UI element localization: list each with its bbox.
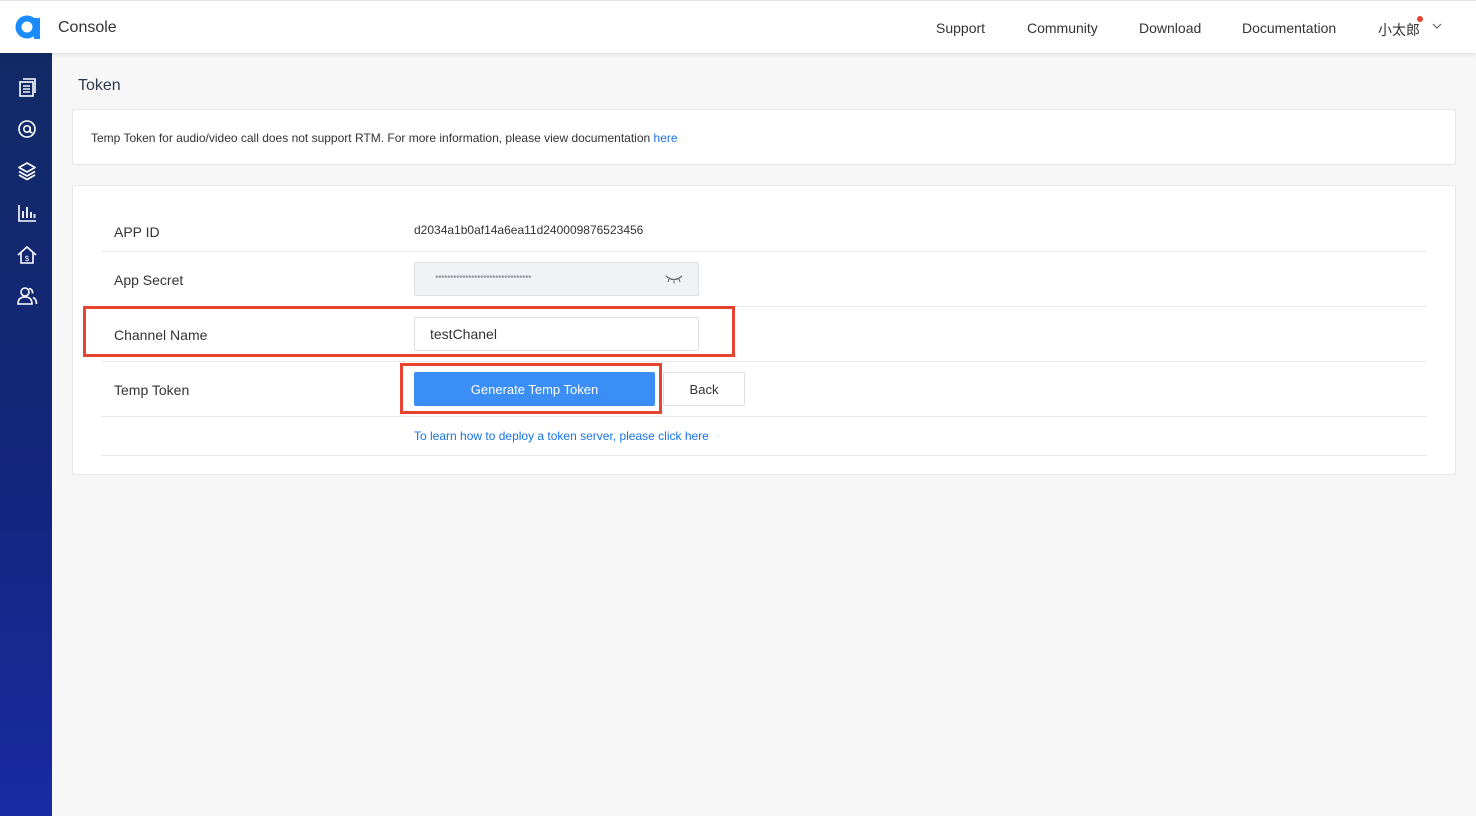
notice-banner: Temp Token for audio/video call does not…	[72, 109, 1456, 165]
user-menu[interactable]: 小太郎	[1378, 20, 1420, 40]
nav-community[interactable]: Community	[1027, 20, 1098, 36]
agora-logo-icon[interactable]	[15, 14, 41, 40]
back-button[interactable]: Back	[663, 372, 745, 406]
notice-text: Temp Token for audio/video call does not…	[91, 131, 654, 145]
app-id-value: d2034a1b0af14a6ea11d240009876523456	[414, 223, 644, 237]
billing-home-icon[interactable]: $	[16, 244, 38, 266]
notice-text-wrap: Temp Token for audio/video call does not…	[91, 131, 678, 145]
generate-temp-token-button[interactable]: Generate Temp Token	[414, 372, 655, 406]
row-divider	[101, 455, 1427, 456]
channel-name-label: Channel Name	[114, 327, 208, 343]
eye-closed-icon[interactable]	[665, 274, 683, 284]
chart-icon[interactable]	[16, 202, 38, 224]
row-divider	[101, 361, 1427, 362]
layers-icon[interactable]	[16, 160, 38, 182]
token-server-link[interactable]: To learn how to deploy a token server, p…	[414, 429, 709, 443]
documentation-link[interactable]: here	[654, 131, 678, 145]
users-icon[interactable]	[16, 285, 38, 307]
app-secret-field[interactable]: ••••••••••••••••••••••••••••••••	[414, 262, 699, 296]
temp-token-label: Temp Token	[114, 382, 190, 398]
app-id-label: APP ID	[114, 224, 160, 240]
chevron-down-icon[interactable]	[1431, 22, 1443, 30]
brand-title: Console	[58, 19, 117, 36]
token-form-card: APP ID d2034a1b0af14a6ea11d2400098765234…	[72, 185, 1456, 475]
projects-icon[interactable]	[16, 77, 38, 99]
svg-text:$: $	[24, 254, 29, 263]
sidebar: $	[0, 53, 52, 816]
nav-download[interactable]: Download	[1139, 20, 1201, 36]
at-icon[interactable]	[16, 118, 38, 140]
nav-documentation[interactable]: Documentation	[1242, 20, 1336, 36]
app-secret-mask: ••••••••••••••••••••••••••••••••	[435, 272, 532, 283]
row-divider	[101, 416, 1427, 417]
nav-support[interactable]: Support	[936, 20, 985, 36]
top-bar: Console Support Community Download Docum…	[0, 0, 1476, 53]
channel-name-input[interactable]	[414, 317, 699, 351]
row-divider	[101, 306, 1427, 307]
row-divider	[101, 251, 1427, 252]
app-secret-label: App Secret	[114, 272, 184, 288]
notification-dot	[1417, 16, 1423, 22]
page-title: Token	[78, 77, 121, 94]
